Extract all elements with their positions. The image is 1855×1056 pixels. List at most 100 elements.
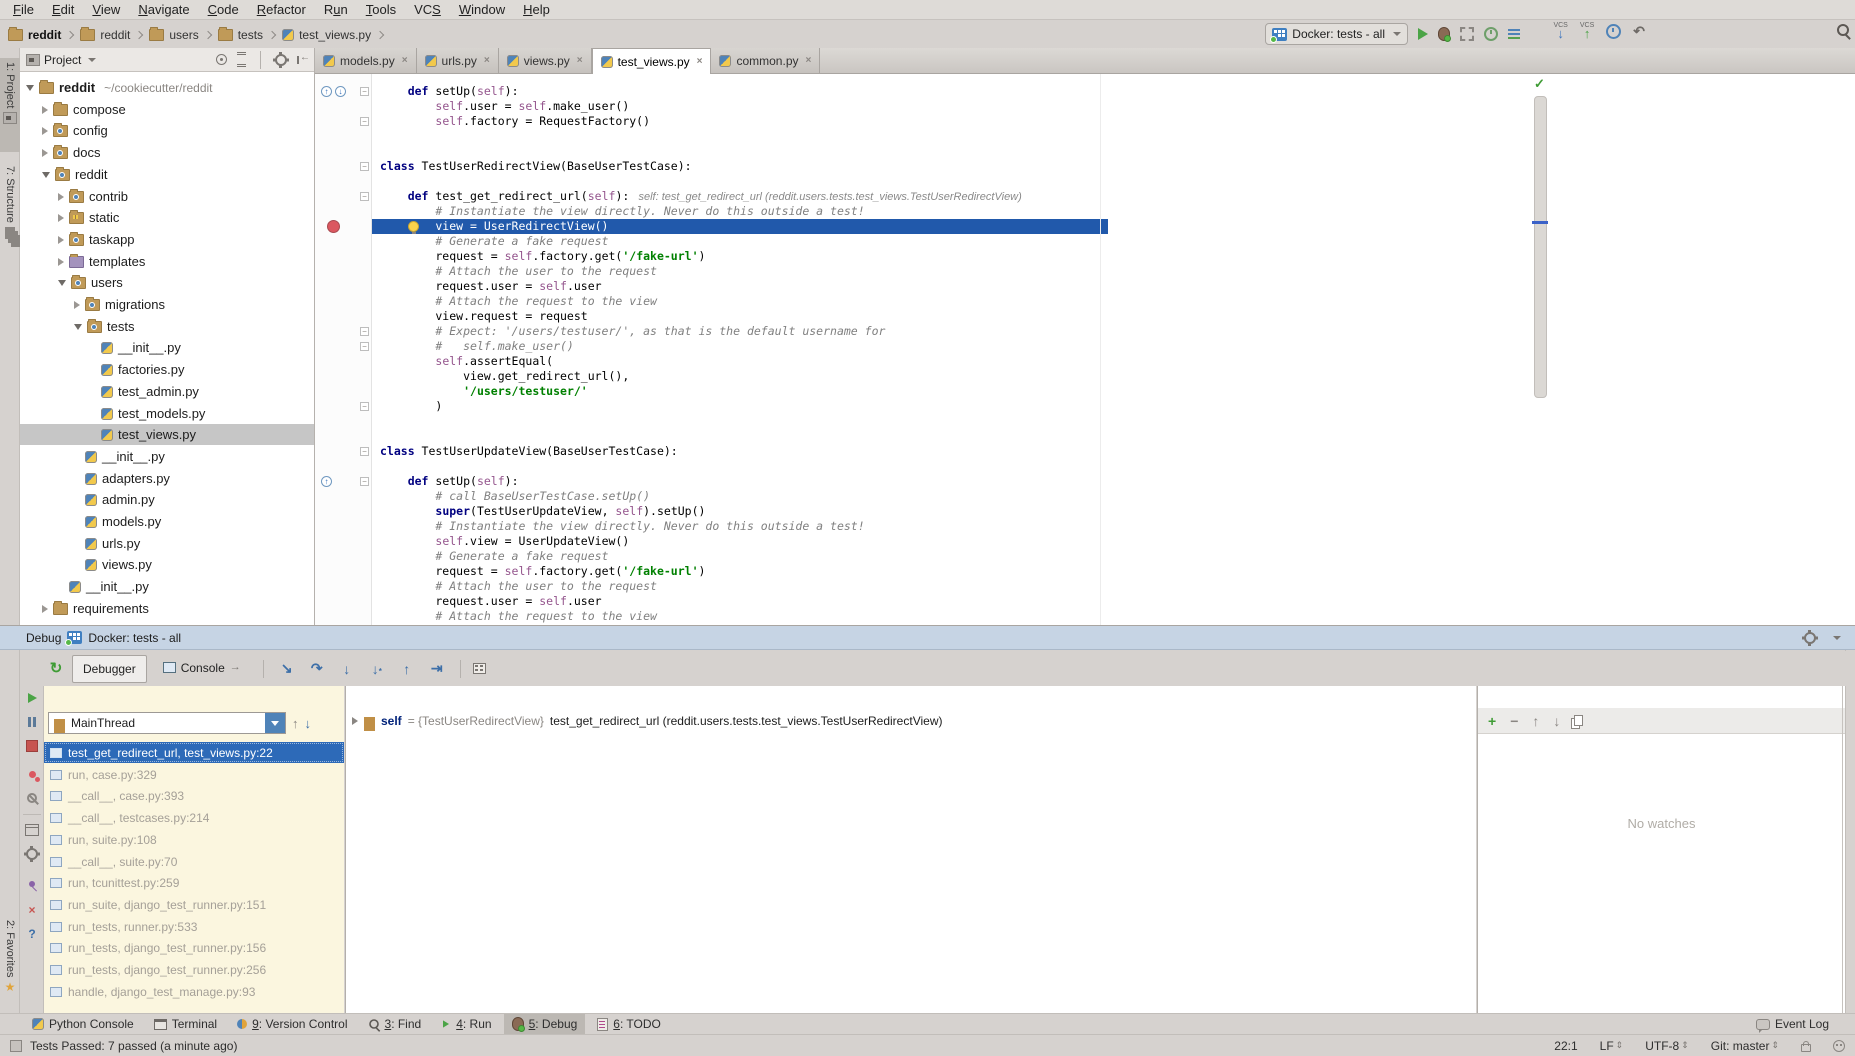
breakpoint-icon[interactable] [327,220,340,233]
breadcrumb-item[interactable]: reddit [8,28,61,42]
debug-tab-debugger[interactable]: Debugger [72,655,147,683]
fold-toggle-icon[interactable]: − [360,87,369,96]
menu-navigate[interactable]: Navigate [129,2,198,17]
rollback-button[interactable]: ↶ [1633,24,1645,38]
step-out-button[interactable]: ↑ [396,661,418,677]
close-tab-icon[interactable]: × [484,55,490,66]
code-line[interactable]: def setUp(self): [372,84,519,99]
code-line[interactable]: self.assertEqual( [372,354,553,369]
breadcrumb-item[interactable]: test_views.py [282,28,371,42]
code-line[interactable]: # Attach the request to the view [372,294,657,309]
expand-icon[interactable] [352,717,358,725]
tree-item-docs[interactable]: docs [20,142,314,163]
profiler-button[interactable] [1484,27,1498,41]
code-editor[interactable]: ↑↓−−−−−−−−↑− def setUp(self): self.user … [315,74,1855,625]
code-line[interactable]: # Generate a fake request [372,549,608,564]
view-breakpoints-button[interactable] [24,766,40,782]
tree-item-reddit[interactable]: reddit~/cookiecutter/reddit [20,77,314,98]
menu-file[interactable]: File [4,2,43,17]
tree-item-models-py[interactable]: models.py [20,511,314,532]
gear-icon[interactable] [275,54,287,66]
thread-dropdown-button[interactable] [265,713,285,733]
toolwindow-button-5-debug[interactable]: 5: Debug [504,1014,586,1035]
tree-item-admin-py[interactable]: admin.py [20,489,314,510]
fold-toggle-icon[interactable]: − [360,162,369,171]
pin-tab-button[interactable] [24,876,40,892]
tree-item-__init__-py[interactable]: __init__.py [20,337,314,358]
code-line[interactable]: # self.make_user() [372,339,574,354]
fold-toggle-icon[interactable]: − [360,477,369,486]
tree-item-users[interactable]: users [20,272,314,293]
run-to-cursor-button[interactable]: ⇥ [426,660,448,677]
gear-icon[interactable] [1804,632,1816,644]
code-line[interactable] [372,144,380,159]
event-log-button[interactable]: Event Log [1748,1014,1837,1035]
tool-button-favorites[interactable]: 2: Favorites ★ [0,916,20,1020]
scrollbar-thumb[interactable] [1534,96,1547,398]
readonly-lock-icon[interactable] [1801,1044,1811,1052]
code-line[interactable]: class TestUserUpdateView(BaseUserTestCas… [372,444,678,459]
frame-row[interactable]: __call__, case.py:393 [44,785,344,806]
code-line[interactable]: '/users/testuser/' [372,384,588,399]
chevron-right-icon[interactable] [58,258,64,266]
variable-row[interactable]: self = {TestUserRedirectView} test_get_r… [352,714,942,728]
mute-breakpoints-button[interactable] [24,790,40,806]
intention-bulb-icon[interactable] [408,221,419,232]
code-line[interactable]: view.request = request [372,309,588,324]
restore-layout-button[interactable] [24,822,40,838]
chevron-right-icon[interactable] [58,214,64,222]
step-into-my-code-button[interactable]: ↓* [366,661,388,677]
rerun-button[interactable]: ↻ [48,661,64,677]
code-line[interactable]: request.user = self.user [372,279,602,294]
toolwindow-button-9-version-control[interactable]: 9: Version Control [229,1014,355,1035]
frame-row[interactable]: run, suite.py:108 [44,829,344,850]
execution-line-stripe-mark[interactable] [1532,221,1548,224]
line-ending-widget[interactable]: LF⇕ [1600,1039,1624,1053]
code-line[interactable]: # call BaseUserTestCase.setUp() [372,489,650,504]
step-over-button[interactable]: ↷ [306,660,328,677]
settings-gear-icon[interactable] [24,846,40,862]
code-line[interactable] [372,129,380,144]
tree-item-compose[interactable]: compose [20,99,314,120]
show-execution-point-button[interactable]: ↘ [276,660,298,677]
code-line[interactable]: # Attach the user to the request [372,579,657,594]
toolwindow-toggle-icon[interactable] [10,1040,22,1052]
tree-item-factories-py[interactable]: factories.py [20,359,314,380]
frame-up-button[interactable]: ↑ [292,716,299,731]
tool-button-project[interactable]: 1: Project [0,58,20,152]
chevron-down-icon[interactable] [26,85,34,91]
frame-row[interactable]: run, tcunittest.py:259 [44,872,344,893]
move-watch-down-button[interactable]: ↓ [1553,714,1560,728]
tree-item-migrations[interactable]: migrations [20,294,314,315]
coverage-button[interactable] [1460,27,1474,41]
tree-item-tests[interactable]: tests [20,316,314,337]
code-line[interactable]: request = self.factory.get('/fake-url') [372,249,705,264]
tree-item-__init__-py[interactable]: __init__.py [20,446,314,467]
close-tab-icon[interactable]: × [806,55,812,66]
search-everywhere-button[interactable] [1837,24,1849,36]
editor-gutter[interactable]: ↑↓−−−−−−−−↑− [315,74,372,625]
menu-help[interactable]: Help [514,2,559,17]
fold-toggle-icon[interactable]: − [360,192,369,201]
fold-toggle-icon[interactable]: − [360,117,369,126]
hide-toolwindow-button[interactable] [1833,636,1841,640]
watches-scrollbar[interactable] [1842,686,1843,1013]
chevron-right-icon[interactable] [42,106,48,114]
vcs-commit-button[interactable]: VCS↑ [1580,23,1594,39]
breadcrumb-item[interactable]: reddit [80,28,130,42]
tree-item-adapters-py[interactable]: adapters.py [20,468,314,489]
fold-toggle-icon[interactable]: − [360,402,369,411]
history-button[interactable] [1606,24,1621,39]
chevron-right-icon[interactable] [58,193,64,201]
chevron-down-icon[interactable] [42,172,50,178]
evaluate-expression-button[interactable] [473,663,486,674]
tool-button-structure[interactable]: 7: Structure [0,162,20,266]
code-line[interactable]: self.user = self.make_user() [372,99,629,114]
frame-row[interactable]: handle, django_test_manage.py:93 [44,981,344,1002]
fold-toggle-icon[interactable]: − [360,342,369,351]
run-button[interactable] [1418,28,1428,40]
fold-toggle-icon[interactable]: − [360,447,369,456]
step-into-button[interactable]: ↓ [336,661,358,677]
frame-row[interactable]: run_suite, django_test_runner.py:151 [44,894,344,915]
code-line[interactable]: # Instantiate the view directly. Never d… [372,204,865,219]
